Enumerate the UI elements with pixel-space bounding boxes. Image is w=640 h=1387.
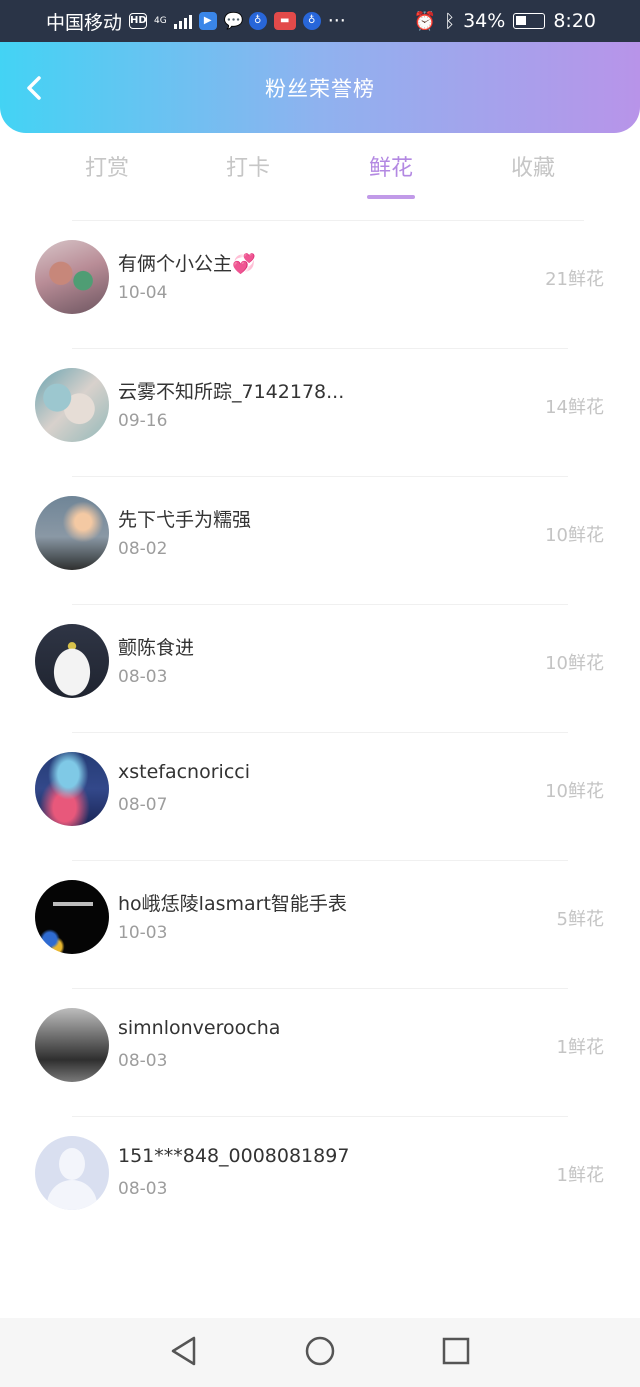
system-nav-bar <box>0 1318 640 1387</box>
list-item[interactable]: 有俩个小公主💞 10-04 21鲜花 <box>0 221 640 349</box>
avatar-caption-mark <box>53 902 93 906</box>
avatar-head-shape <box>59 1148 85 1180</box>
app-notification-icon: ▶ <box>198 12 217 30</box>
page-title: 粉丝荣誉榜 <box>265 76 375 101</box>
hd-badge: HD <box>129 13 148 29</box>
fan-name: xstefacnoricci <box>118 761 250 783</box>
avatar[interactable] <box>35 496 109 570</box>
flower-count: 1鲜花 <box>556 1165 604 1186</box>
tab-bar: 打赏 打卡 鲜花 收藏 <box>0 145 640 205</box>
message-icon: 💬 <box>223 11 244 30</box>
network-type: 4G <box>154 15 167 26</box>
fan-date: 09-16 <box>118 411 168 431</box>
flower-count: 10鲜花 <box>545 781 604 802</box>
fan-name: 颤陈食进 <box>118 637 195 659</box>
flower-count: 14鲜花 <box>545 397 604 418</box>
huawei-app-icon: ▬ <box>273 12 296 30</box>
alarm-icon: ⏰ <box>413 10 437 32</box>
fan-date: 08-07 <box>118 795 168 815</box>
fan-name: ho峨恁陵lasmart智能手表 <box>118 893 347 915</box>
nav-recents-button[interactable] <box>441 1336 471 1370</box>
flower-count: 1鲜花 <box>556 1037 604 1058</box>
list-item[interactable]: 颤陈食进 08-03 10鲜花 <box>0 605 640 733</box>
flower-count: 10鲜花 <box>545 525 604 546</box>
tab-label: 打赏 <box>84 156 129 181</box>
fan-name: 有俩个小公主💞 <box>118 253 256 275</box>
fan-list: 有俩个小公主💞 10-04 21鲜花 云雾不知所踪_7142178... 09-… <box>0 221 640 1245</box>
avatar[interactable] <box>35 368 109 442</box>
fan-date: 08-03 <box>118 1051 168 1071</box>
avatar-body-shape <box>47 1180 97 1210</box>
circle-home-icon <box>305 1336 335 1365</box>
battery-percent: 34% <box>463 10 506 32</box>
active-tab-indicator <box>367 195 415 199</box>
avatar[interactable] <box>35 624 109 698</box>
flower-count: 10鲜花 <box>545 653 604 674</box>
fan-name: 先下弋手为糯强 <box>118 509 252 531</box>
default-avatar-icon[interactable] <box>35 1136 109 1210</box>
tab-flowers[interactable]: 鲜花 <box>341 145 441 201</box>
chevron-left-icon <box>27 75 41 100</box>
app-header: 粉丝荣誉榜 <box>0 42 640 133</box>
avatar[interactable] <box>35 752 109 826</box>
fan-date: 08-03 <box>118 667 168 687</box>
square-recents-icon <box>442 1337 470 1364</box>
bulb-app-icon-2: ♁ <box>302 12 321 30</box>
fan-date: 10-03 <box>118 923 168 943</box>
flower-count: 21鲜花 <box>545 269 604 290</box>
back-button[interactable] <box>20 74 48 102</box>
fan-name: simnlonveroocha <box>118 1017 281 1039</box>
more-notifications-icon: ··· <box>327 10 346 32</box>
avatar[interactable] <box>35 1008 109 1082</box>
tab-checkin[interactable]: 打卡 <box>198 145 298 201</box>
fan-date: 10-04 <box>118 283 168 303</box>
battery-icon <box>513 13 546 29</box>
list-item[interactable]: 151***848_0008081897 08-03 1鲜花 <box>0 1117 640 1245</box>
clock-time: 8:20 <box>553 10 596 32</box>
carrier-name: 中国移动 <box>46 11 123 34</box>
flower-count: 5鲜花 <box>556 909 604 930</box>
status-bar: 中国移动 HD 4G ▶ 💬 ♁ ▬ ♁ ··· ⏰ ᛒ 34% 8:20 <box>0 0 640 42</box>
list-item[interactable]: ho峨恁陵lasmart智能手表 10-03 5鲜花 <box>0 861 640 989</box>
tab-label: 收藏 <box>510 156 555 181</box>
list-item[interactable]: 先下弋手为糯强 08-02 10鲜花 <box>0 477 640 605</box>
list-item[interactable]: 云雾不知所踪_7142178... 09-16 14鲜花 <box>0 349 640 477</box>
bulb-app-icon: ♁ <box>248 12 267 30</box>
nav-home-button[interactable] <box>304 1335 336 1371</box>
triangle-back-icon <box>171 1336 196 1365</box>
tab-label: 鲜花 <box>368 156 413 181</box>
fan-date: 08-02 <box>118 539 168 559</box>
list-item[interactable]: simnlonveroocha 08-03 1鲜花 <box>0 989 640 1117</box>
fan-date: 08-03 <box>118 1179 168 1199</box>
bluetooth-icon: ᛒ <box>444 10 456 32</box>
tab-label: 打卡 <box>225 156 270 181</box>
fan-name: 151***848_0008081897 <box>118 1145 350 1167</box>
tab-favorites[interactable]: 收藏 <box>483 145 583 201</box>
tab-tips[interactable]: 打赏 <box>57 145 157 201</box>
avatar[interactable] <box>35 880 109 954</box>
avatar[interactable] <box>35 240 109 314</box>
list-item[interactable]: xstefacnoricci 08-07 10鲜花 <box>0 733 640 861</box>
nav-back-button[interactable] <box>169 1335 199 1371</box>
signal-icon <box>173 13 192 29</box>
fan-name: 云雾不知所踪_7142178... <box>118 381 345 403</box>
